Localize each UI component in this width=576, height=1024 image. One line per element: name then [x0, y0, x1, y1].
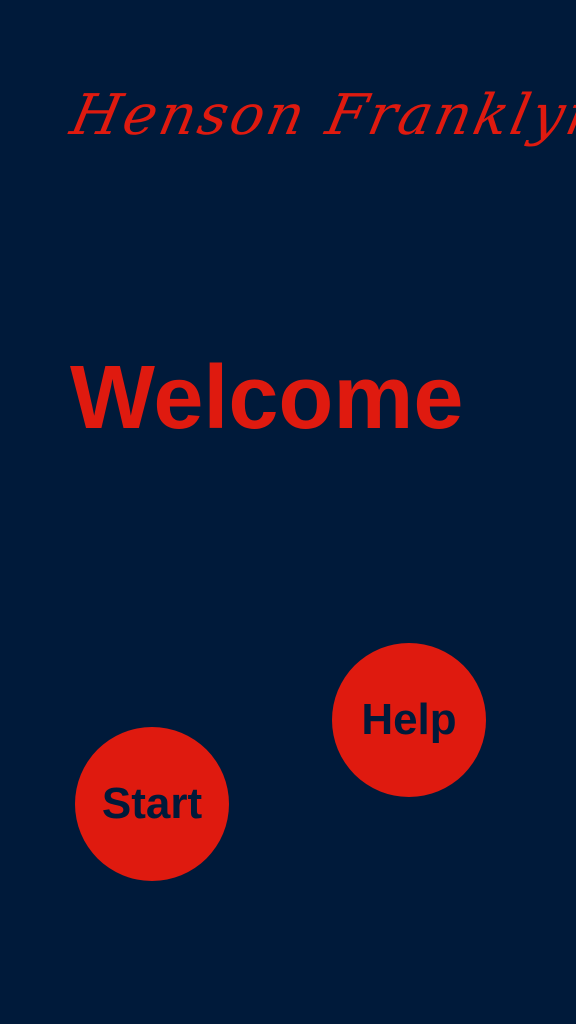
help-button[interactable]: Help	[332, 643, 486, 797]
start-button[interactable]: Start	[75, 727, 229, 881]
brand-title: Henson Franklyn	[65, 83, 576, 148]
welcome-heading: Welcome	[70, 348, 464, 448]
